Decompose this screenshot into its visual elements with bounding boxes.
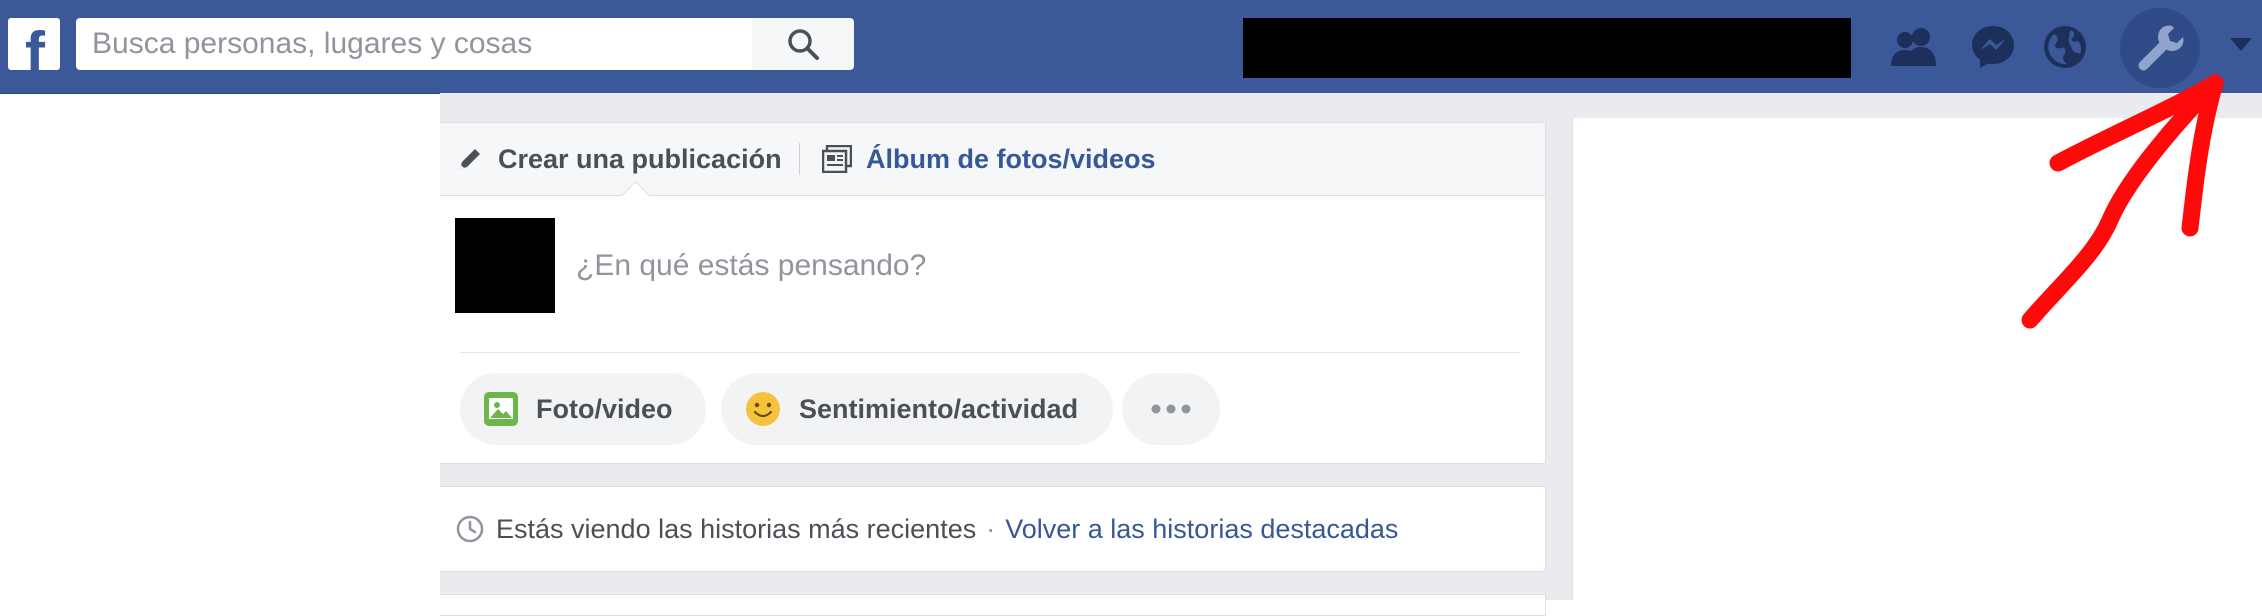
composer-avatar-redacted [455,218,555,313]
pencil-icon [460,149,480,169]
more-dots-icon [1151,404,1191,414]
next-feed-card [440,594,1546,616]
tab-create-post-label: Crear una publicación [498,143,782,174]
smiley-icon [746,392,780,426]
search-icon [788,29,819,60]
feeling-activity-label: Sentimiento/actividad [799,393,1079,424]
album-icon [822,145,852,173]
post-composer: Crear una publicación Álbum de fotos/vid… [440,122,1546,464]
feeling-activity-button[interactable]: Sentimiento/actividad [721,373,1113,445]
composer-tabs: Crear una publicación Álbum de fotos/vid… [440,123,1545,208]
tab-photo-album-label: Álbum de fotos/videos [866,143,1156,174]
facebook-logo[interactable]: f [8,18,60,70]
more-options-button[interactable] [1122,373,1220,445]
composer-divider [460,352,1520,353]
friends-icon [1891,28,1936,66]
recent-stories-text: Estás viendo las historias más recientes [496,513,977,544]
top-stories-link[interactable]: Volver a las historias destacadas [1005,514,1398,545]
search-box [76,18,752,70]
logo-letter: f [25,20,45,71]
stories-separator: · [986,513,996,544]
photo-video-button[interactable]: Foto/video [460,373,706,445]
search-input[interactable] [92,18,732,70]
photo-video-label: Foto/video [536,393,673,424]
red-arrow-annotation [2021,74,2224,329]
recent-stories-notice: Estás viendo las historias más recientes… [440,486,1546,572]
search-button[interactable] [752,18,854,70]
composer-input[interactable]: ¿En qué estás pensando? [576,249,926,283]
tab-photo-album[interactable]: Álbum de fotos/videos [822,123,1156,195]
tab-divider [799,143,800,175]
redacted-profile-area [1243,18,1851,78]
photo-icon [484,392,518,426]
clock-icon [456,515,484,543]
caret-down-icon [2230,38,2252,51]
tab-create-post[interactable]: Crear una publicación [456,123,782,195]
friend-requests-button[interactable] [1889,22,1939,72]
